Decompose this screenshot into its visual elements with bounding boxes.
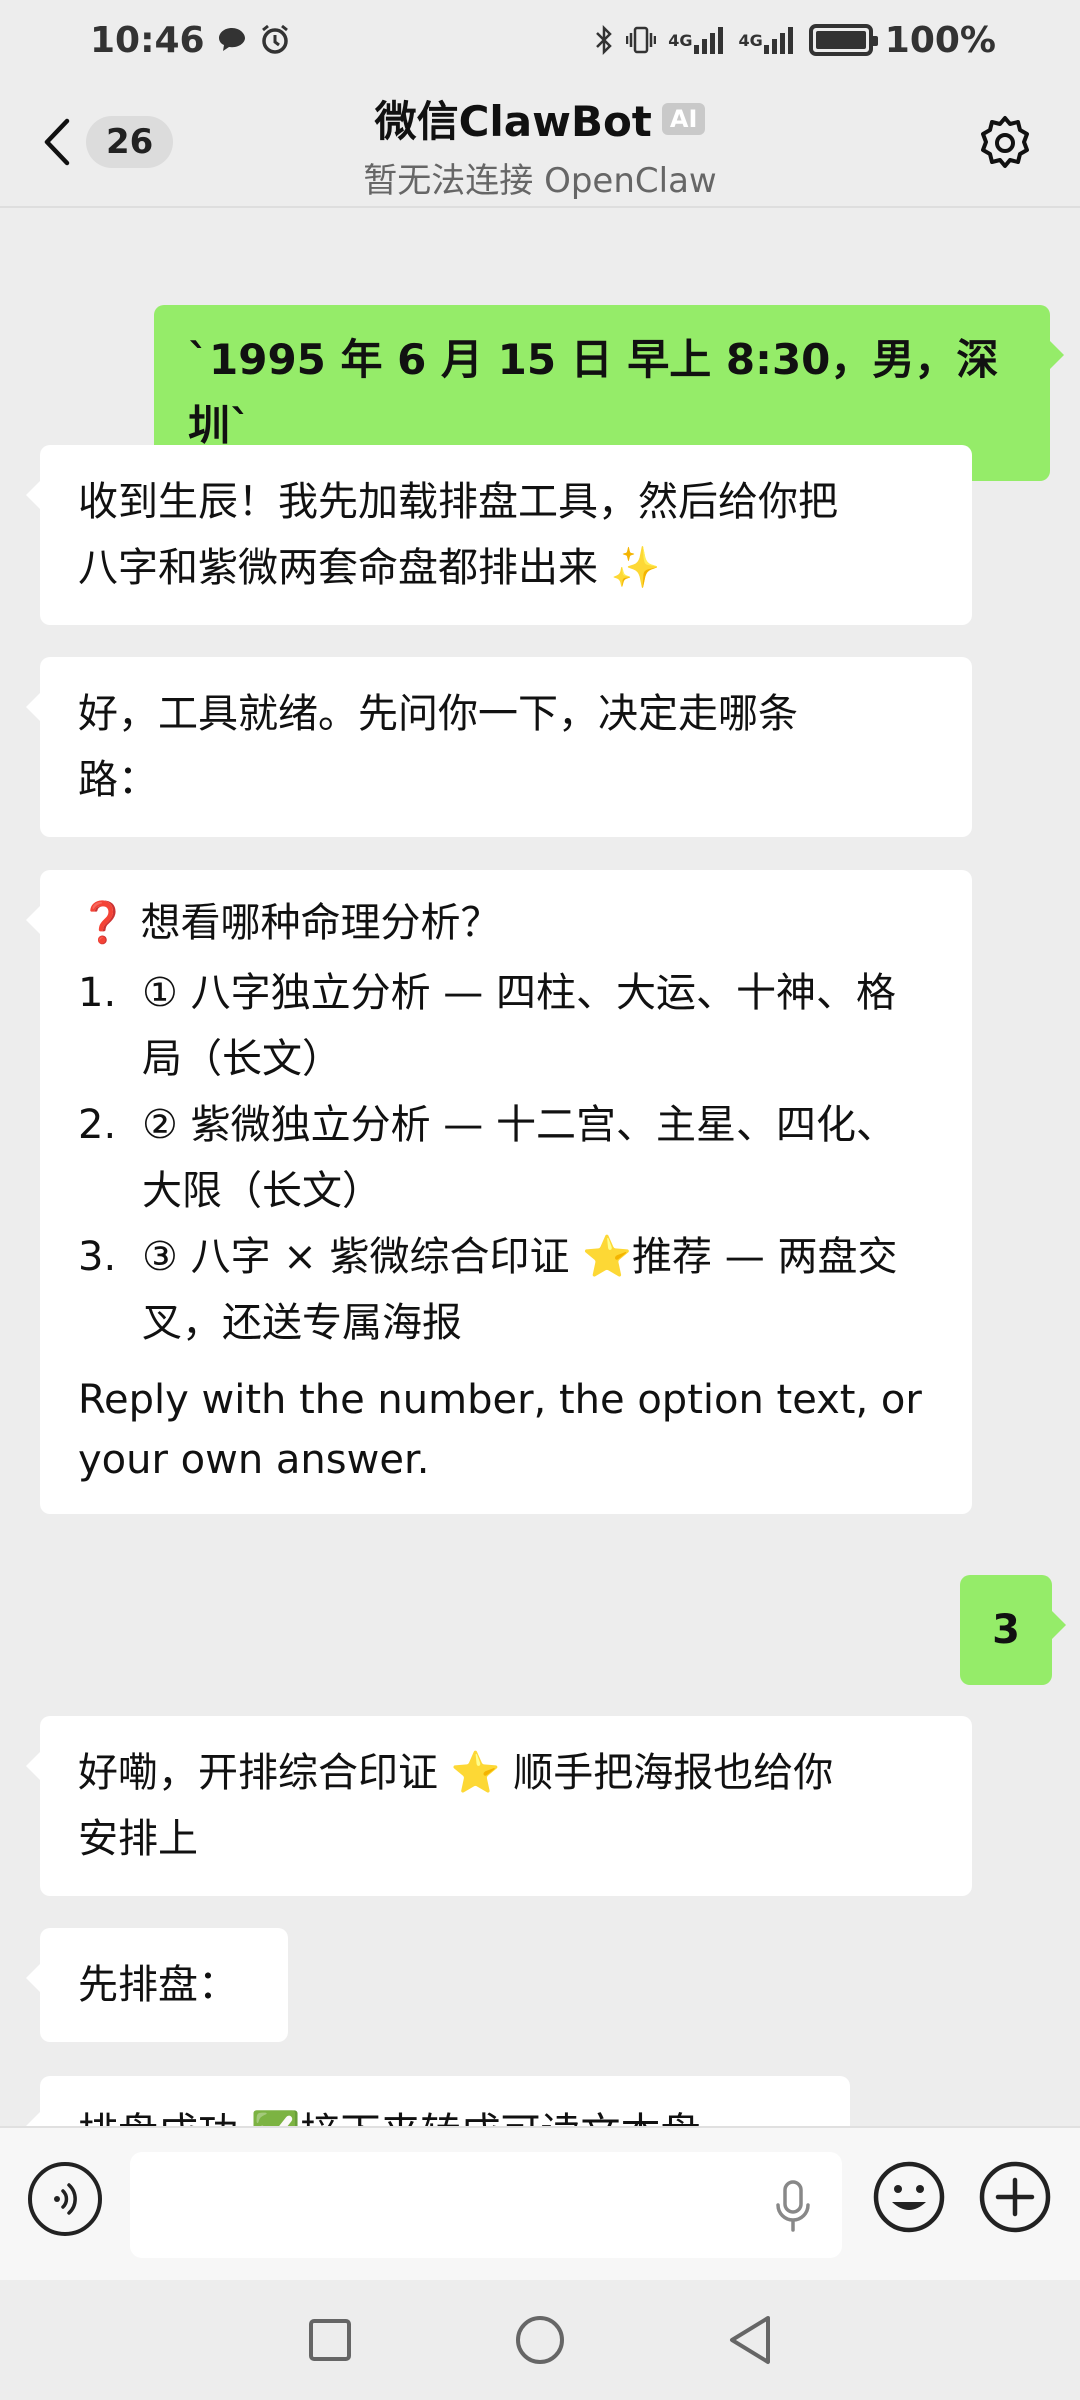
network-badge-2: 4G <box>738 30 763 50</box>
bot-question-message[interactable]: ❓ 想看哪种命理分析？ 1. ① 八字独立分析 — 四柱、大运、十神、格局（长文… <box>26 870 972 1514</box>
message-text: 3 <box>992 1607 1020 1653</box>
emoji-button[interactable] <box>870 2158 948 2236</box>
vibrate-icon <box>626 24 657 56</box>
alarm-icon <box>259 24 291 56</box>
message-line: 先排盘： <box>78 1962 238 2008</box>
option-number: 1. <box>78 970 117 1016</box>
settings-button[interactable] <box>974 112 1036 174</box>
recents-button[interactable] <box>300 2310 360 2370</box>
battery-percentage: 100% <box>884 19 996 61</box>
status-time: 10:46 <box>90 19 205 61</box>
option-text: ③ 八字 × 紫微综合印证 ⭐推荐 — 两盘交叉，还送专属海报 <box>142 1234 898 1346</box>
option-list: 1. ① 八字独立分析 — 四柱、大运、十神、格局（长文） 2. ② 紫微独立分… <box>78 960 934 1356</box>
bot-message[interactable]: 好嘞，开排综合印证 ⭐ 顺手把海报也给你 安排上 <box>26 1716 972 1896</box>
back-button[interactable] <box>36 112 76 172</box>
home-icon <box>516 2316 564 2364</box>
bot-message[interactable]: 先排盘： <box>26 1928 288 2042</box>
system-navigation-bar <box>0 2280 1080 2400</box>
settings-icon <box>981 116 1029 168</box>
back-icon <box>44 118 70 166</box>
status-bar: 10:46 4G 4G 100% <box>0 0 1080 80</box>
voice-input-button[interactable] <box>28 2162 102 2236</box>
nav-back-button[interactable] <box>720 2310 780 2370</box>
bot-message[interactable]: 收到生辰！我先加载排盘工具，然后给你把 八字和紫微两套命盘都排出来 ✨ <box>26 445 972 625</box>
home-button[interactable] <box>510 2310 570 2370</box>
option-item-2[interactable]: 2. ② 紫微独立分析 — 十二宫、主星、四化、大限（长文） <box>78 1092 934 1224</box>
question-text: 想看哪种命理分析？ <box>140 900 501 946</box>
message-line: 收到生辰！我先加载排盘工具，然后给你把 <box>78 479 838 525</box>
voice-icon <box>54 2183 77 2215</box>
chat-title: 微信ClawBot <box>374 97 652 146</box>
option-text: ① 八字独立分析 — 四柱、大运、十神、格局（长文） <box>142 970 897 1082</box>
message-input[interactable] <box>130 2152 842 2258</box>
recents-icon <box>309 2319 351 2361</box>
chat-subtitle: 暂无法连接 OpenClaw <box>363 161 717 201</box>
signal-1-icon: 4G <box>668 25 726 55</box>
back-nav-icon <box>730 2316 770 2364</box>
status-right: 4G 4G 100% <box>594 20 996 61</box>
option-text: ② 紫微独立分析 — 十二宫、主星、四化、大限（长文） <box>142 1102 897 1214</box>
plus-icon <box>979 2161 1051 2233</box>
user-message-choice[interactable]: 3 <box>960 1575 1066 1685</box>
input-bar <box>0 2126 1080 2280</box>
mic-button[interactable] <box>770 2176 816 2236</box>
message-line: 安排上 <box>78 1816 198 1862</box>
battery-icon <box>808 24 878 56</box>
emoji-icon <box>873 2161 945 2233</box>
option-item-1[interactable]: 1. ① 八字独立分析 — 四柱、大运、十神、格局（长文） <box>78 960 934 1092</box>
message-notification-icon <box>217 26 247 54</box>
signal-2-icon: 4G <box>739 25 797 55</box>
chat-title-block: 微信ClawBot AI 暂无法连接 OpenClaw <box>220 88 860 202</box>
message-line: 路： <box>78 757 158 803</box>
chat-header: 26 微信ClawBot AI 暂无法连接 OpenClaw <box>0 80 1080 208</box>
question-line: ❓ 想看哪种命理分析？ <box>78 890 934 956</box>
message-line: 好，工具就绪。先问你一下，决定走哪条 <box>78 691 798 737</box>
chat-message-list[interactable]: `1995 年 6 月 15 日 早上 8:30，男，深圳` 收到生辰！我先加载… <box>0 210 1080 2126</box>
option-number: 3. <box>78 1234 117 1280</box>
more-actions-button[interactable] <box>976 2158 1054 2236</box>
bot-message[interactable]: 好，工具就绪。先问你一下，决定走哪条 路： <box>26 657 972 837</box>
ai-badge: AI <box>661 102 706 135</box>
network-badge-1: 4G <box>668 30 693 50</box>
message-line: 排盘成功 ✅接下来转成可读文本盘... <box>78 2100 812 2126</box>
reply-instruction: Reply with the number, the option text, … <box>78 1377 922 1483</box>
message-line: 八字和紫微两套命盘都排出来 ✨ <box>78 545 661 591</box>
bot-message-partial[interactable]: 排盘成功 ✅接下来转成可读文本盘... <box>26 2076 850 2126</box>
status-left: 10:46 <box>90 20 291 61</box>
question-mark-icon: ❓ <box>78 900 128 946</box>
unread-count-badge[interactable]: 26 <box>86 116 174 168</box>
message-text: `1995 年 6 月 15 日 早上 8:30，男，深圳` <box>188 335 999 450</box>
mic-icon <box>776 2180 810 2232</box>
message-line: 好嘞，开排综合印证 ⭐ 顺手把海报也给你 <box>78 1750 834 1796</box>
option-number: 2. <box>78 1102 117 1148</box>
bluetooth-icon <box>594 24 614 56</box>
option-item-3[interactable]: 3. ③ 八字 × 紫微综合印证 ⭐推荐 — 两盘交叉，还送专属海报 <box>78 1224 934 1356</box>
